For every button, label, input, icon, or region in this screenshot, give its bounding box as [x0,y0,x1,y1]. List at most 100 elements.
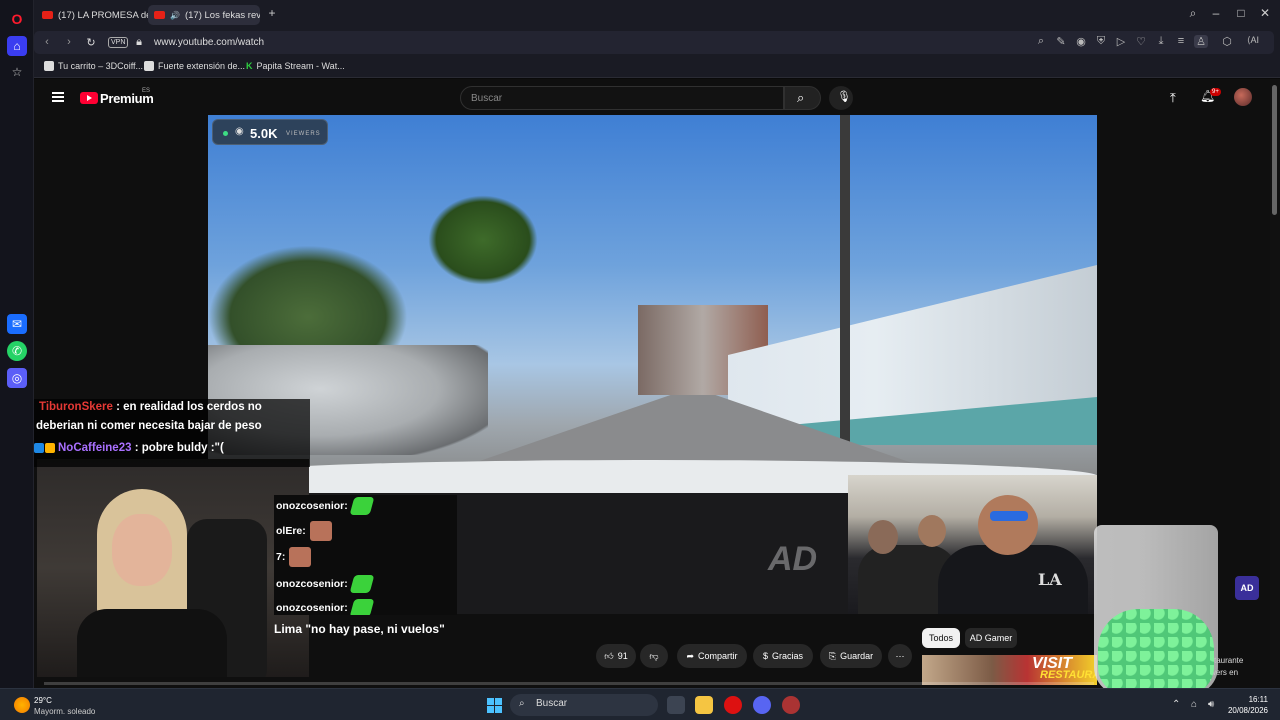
chat-badges-icon [34,442,58,454]
camera-icon[interactable]: ◉ [1074,35,1088,48]
chat-message: onozcosenior: [276,575,375,593]
video-scene-pole [840,115,850,445]
network-icon[interactable]: ⌂ [1191,699,1197,710]
maximize-icon[interactable]: □ [1232,6,1250,20]
bookmarks-bar: Tu carrito – 3DCoiff... Fuerte extensión… [34,56,1280,78]
mic-button[interactable]: 🎙︎ [829,86,853,110]
chat-message: NoCaffeine23 : pobre buldy :"( [34,442,224,454]
scrollbar-thumb[interactable] [1272,85,1277,215]
vpn-badge[interactable]: VPN [108,37,129,48]
emote-icon [309,521,332,541]
stream-chat-overlay: TiburonSkere : en realidad los cerdos no… [34,399,310,467]
thumbs-up-icon: 👍︎ [604,650,614,661]
ad-watermark: AD [768,540,818,578]
url-text[interactable]: www.youtube.com/watch [154,37,264,48]
dislike-button[interactable]: 👎︎ [640,644,668,668]
download-icon[interactable]: ⤓ [1154,35,1168,48]
tab-1[interactable]: (17) LA PROMESA de King [36,5,148,25]
like-button[interactable]: 👍︎ 91 [596,644,636,668]
system-clock[interactable]: 16:11 20/08/2026 [1228,694,1268,716]
avatar[interactable] [1234,88,1252,106]
desktop-screen: O ⌂ ☆ ✉ ✆ ◎ (17) LA PROMESA de King 🔊 (1… [0,0,1280,720]
papita-icon: K [246,61,253,71]
weather-condition[interactable]: Mayorm. soleado [34,707,95,716]
save-icon: ⎘ [828,650,837,661]
chat-message: deberian ni comer necesita bajar de peso [36,420,262,432]
taskbar-search[interactable]: Buscar [510,694,658,716]
opera-sidebar: O ⌂ ☆ ✉ ✆ ◎ [0,0,34,688]
tray-chevron-icon[interactable]: ⌃ [1172,699,1180,710]
messenger-icon[interactable]: ✉ [7,314,27,334]
thanks-button[interactable]: $ Gracias [753,644,813,668]
volume-icon[interactable]: 🔊︎ [1208,699,1214,710]
zoom-icon[interactable]: ⌕ [1034,35,1048,48]
tab-2-active[interactable]: 🔊 (17) Los fekas revelan [148,5,260,25]
opera-logo-icon[interactable]: O [7,9,27,29]
play-icon[interactable]: ▷ [1114,35,1128,48]
bookmark-2[interactable]: Fuerte extensión de... [144,61,245,71]
video-title: Lima "no hay pase, ni vuelos" [274,622,445,636]
tab-search-icon[interactable]: ⌕ [1184,6,1202,21]
weather-icon[interactable] [14,697,30,713]
bookmark-1[interactable]: Tu carrito – 3DCoiff... [44,61,143,71]
reload-icon[interactable]: ↻ [84,36,98,49]
cap-logo: LA [1038,570,1062,589]
temperature[interactable]: 29°C [34,696,52,705]
video-progress-bar[interactable] [44,682,1094,685]
pinboard-icon[interactable]: ☆ [7,62,27,82]
chip-ad-gamer[interactable]: AD Gamer [965,628,1017,648]
lock-icon[interactable]: 🔒︎ [132,36,146,49]
home-icon[interactable]: ⌂ [7,36,27,56]
file-explorer-icon[interactable] [695,696,713,714]
viewers-badge: ◉ 5.0K VIEWERS [212,119,328,145]
upload-icon[interactable]: ⤒ [1170,90,1176,106]
guest-face [868,520,898,554]
task-view-icon[interactable] [667,696,685,714]
youtube-favicon-icon [42,11,53,19]
share-button[interactable]: ➦ Compartir [677,644,747,668]
start-button[interactable] [487,698,502,713]
menu-icon[interactable]: ≡ [1174,35,1188,47]
extensions-icon[interactable]: ⬡ [1220,35,1234,48]
close-icon[interactable]: ✕ [1256,6,1274,20]
audio-icon[interactable]: 🔊 [170,11,180,20]
new-tab-icon[interactable]: + [263,6,281,20]
minimize-icon[interactable]: – [1207,6,1225,20]
streamer-face [112,514,172,586]
search-button[interactable]: ⌕ [784,86,821,110]
mic-icon: 🎙︎ [837,91,851,103]
sunglasses [990,511,1028,521]
page-scrollbar[interactable] [1270,79,1280,688]
search-input[interactable]: Buscar [460,86,784,110]
bookmark-3[interactable]: K Papita Stream - Wat... [246,61,345,71]
address-field[interactable]: ‹ › ↻ VPN 🔒︎ www.youtube.com/watch ⌕ ✎ ◉… [34,31,1274,54]
hamburger-menu-icon[interactable] [52,92,64,102]
discord-icon[interactable] [753,696,771,714]
shield-icon[interactable]: ⛨ [1094,35,1108,48]
emote-icon [349,497,375,515]
share-icon: ➦ [686,650,695,661]
edit-icon[interactable]: ✎ [1054,35,1068,48]
heart-icon[interactable]: ♡ [1134,35,1148,48]
opera-icon[interactable] [724,696,742,714]
thanks-icon: $ [762,651,768,661]
windows-taskbar: 29°C Mayorm. soleado Buscar ⌕ ⌃ ⌂ 🔊︎ 16:… [0,688,1280,720]
discord-icon[interactable]: ◎ [7,368,27,388]
emote-icon [349,599,375,615]
chat-message: onozcosenior: [276,497,375,515]
recommended-thumbnail[interactable]: VISIT RESTAURA [922,655,1097,685]
chip-all[interactable]: Todos [922,628,960,648]
back-icon[interactable]: ‹ [40,36,54,48]
forward-icon[interactable]: › [62,36,76,48]
ai-button[interactable]: ⟨AI [1240,35,1266,46]
tab-title: (17) LA PROMESA de King [58,9,148,21]
emote-icon [289,547,312,567]
stream-chat-overlay-2: onozcosenior: olEre: 7: onozcosenior: on… [274,495,457,615]
more-actions-button[interactable]: ⋯ [888,644,912,668]
whatsapp-icon[interactable]: ✆ [7,341,27,361]
profile-icon[interactable]: ♙ [1194,35,1208,48]
app-icon[interactable] [782,696,800,714]
youtube-logo-icon[interactable] [80,92,98,104]
guest-face [918,515,946,547]
save-button[interactable]: ⎘ Guardar [820,644,882,668]
